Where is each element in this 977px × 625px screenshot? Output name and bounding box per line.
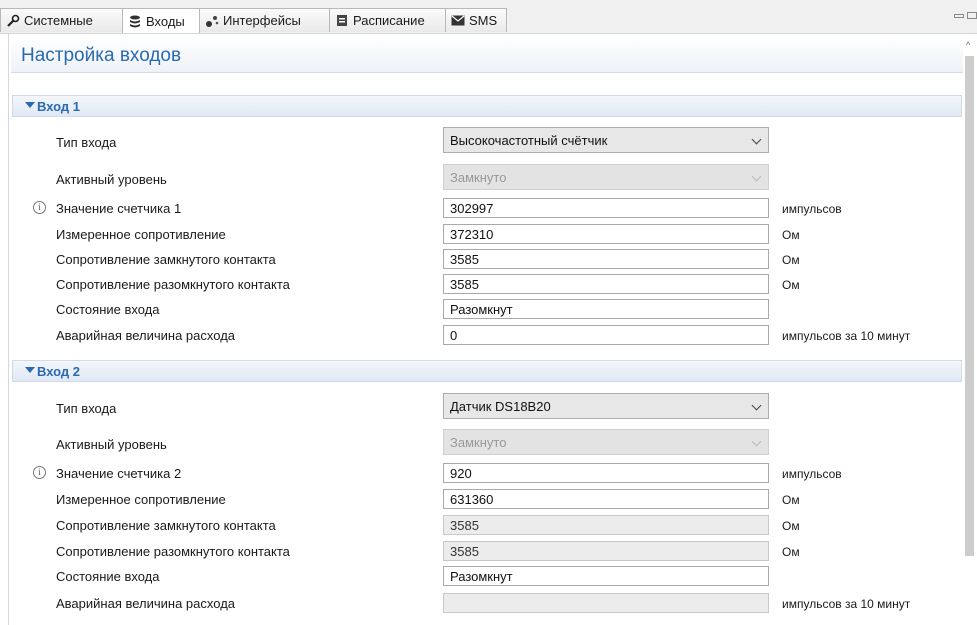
- collapse-triangle-icon: [25, 367, 35, 373]
- tab-sms[interactable]: SMS: [445, 8, 507, 32]
- minimize-button[interactable]: [954, 14, 964, 18]
- field-value: 3585: [450, 544, 479, 559]
- unit-label: Ом: [782, 519, 800, 533]
- scroll-up-arrow-icon[interactable]: ^: [966, 40, 970, 50]
- counter-value-field-2[interactable]: 920: [443, 463, 769, 483]
- window-controls: [954, 12, 977, 19]
- open-resistance-field-1[interactable]: 3585: [443, 274, 769, 294]
- alarm-flow-field-1[interactable]: 0: [443, 325, 769, 345]
- field-value: Разомкнут: [450, 569, 513, 584]
- calendar-icon: [334, 13, 350, 29]
- measured-resistance-field-2[interactable]: 631360: [443, 489, 769, 509]
- counter-value-field-1[interactable]: 302997: [443, 198, 769, 218]
- unit-label: Ом: [782, 228, 800, 242]
- tab-label: Расписание: [353, 13, 425, 28]
- unit-label: импульсов: [782, 202, 842, 216]
- field-value: 920: [450, 466, 472, 481]
- alarm-flow-field-2: [443, 593, 769, 613]
- tab-label: Входы: [146, 13, 185, 29]
- collapse-triangle-icon: [25, 102, 35, 108]
- maximize-button[interactable]: [967, 12, 977, 19]
- select-value: Высокочастотный счётчик: [450, 133, 608, 148]
- tab-label: SMS: [469, 13, 498, 28]
- measured-resistance-label: Измеренное сопротивление: [56, 492, 226, 507]
- closed-resistance-field-2: 3585: [443, 515, 769, 535]
- closed-resistance-field-1[interactable]: 3585: [443, 249, 769, 269]
- tab-inputs[interactable]: Входы: [122, 8, 200, 33]
- inputs-settings-panel: Настройка входов Вход 1 Тип входа Высоко…: [8, 34, 963, 625]
- page-title-bar: Настройка входов: [11, 36, 963, 73]
- input-state-label: Состояние входа: [56, 302, 160, 317]
- input-type-label: Тип входа: [56, 401, 117, 416]
- input-state-label: Состояние входа: [56, 569, 160, 584]
- field-value: 631360: [450, 492, 494, 507]
- info-icon[interactable]: i: [33, 466, 46, 479]
- section-title: Вход 2: [37, 364, 80, 379]
- active-level-select-1: Замкнуто: [443, 164, 769, 190]
- field-value: 3585: [450, 277, 479, 292]
- active-level-label: Активный уровень: [56, 172, 167, 187]
- field-value: 0: [450, 328, 458, 343]
- unit-label: импульсов за 10 минут: [782, 329, 911, 343]
- wrench-icon: [5, 13, 21, 29]
- chevron-down-icon: [751, 436, 762, 447]
- tab-interfaces[interactable]: Интерфейсы: [199, 8, 330, 32]
- unit-label: Ом: [782, 493, 800, 507]
- field-value: 3585: [450, 252, 479, 267]
- envelope-icon: [450, 13, 466, 29]
- counter-label-1: Значение счетчика 1: [56, 201, 182, 216]
- measured-resistance-label: Измеренное сопротивление: [56, 227, 226, 242]
- counter-label-2: Значение счетчика 2: [56, 466, 182, 481]
- closed-resistance-label: Сопротивление замкнутого контакта: [56, 252, 276, 267]
- alarm-flow-label: Аварийная величина расхода: [56, 596, 236, 611]
- chevron-down-icon: [751, 171, 762, 182]
- tab-list: Системные Входы Интерфейсы Расписание SM…: [0, 8, 507, 33]
- open-resistance-label: Сопротивление разомкнутого контакта: [56, 277, 290, 292]
- tab-schedule[interactable]: Расписание: [329, 8, 446, 32]
- select-value: Замкнуто: [450, 435, 507, 450]
- chevron-down-icon: [751, 134, 762, 145]
- unit-label: Ом: [782, 278, 800, 292]
- input-type-label: Тип входа: [56, 135, 117, 150]
- field-value: 372310: [450, 227, 494, 242]
- network-icon: [204, 13, 220, 29]
- tab-label: Системные: [24, 13, 93, 28]
- open-resistance-field-2: 3585: [443, 541, 769, 561]
- section-header-input-2[interactable]: Вход 2: [12, 360, 962, 382]
- field-value: Разомкнут: [450, 302, 513, 317]
- database-icon: [127, 13, 143, 29]
- tab-bar: Системные Входы Интерфейсы Расписание SM…: [0, 0, 977, 34]
- unit-label: импульсов за 10 минут: [782, 597, 911, 611]
- input-state-field-1[interactable]: Разомкнут: [443, 299, 769, 319]
- closed-resistance-label: Сопротивление замкнутого контакта: [56, 518, 276, 533]
- active-level-select-2: Замкнуто: [443, 429, 769, 455]
- section-header-input-1[interactable]: Вход 1: [12, 95, 962, 117]
- tab-system[interactable]: Системные: [0, 8, 123, 32]
- open-resistance-label: Сопротивление разомкнутого контакта: [56, 544, 290, 559]
- section-title: Вход 1: [37, 99, 80, 114]
- alarm-flow-label: Аварийная величина расхода: [56, 328, 236, 343]
- unit-label: Ом: [782, 545, 800, 559]
- chevron-down-icon: [751, 400, 762, 411]
- unit-label: импульсов: [782, 467, 842, 481]
- info-icon[interactable]: i: [33, 201, 46, 214]
- field-value: 302997: [450, 201, 494, 216]
- input-type-select-2[interactable]: Датчик DS18B20: [443, 393, 769, 419]
- tab-label: Интерфейсы: [223, 13, 301, 28]
- unit-label: Ом: [782, 253, 800, 267]
- measured-resistance-field-1[interactable]: 372310: [443, 224, 769, 244]
- vertical-scrollbar[interactable]: ^: [963, 34, 977, 625]
- select-value: Датчик DS18B20: [450, 399, 551, 414]
- scrollbar-thumb[interactable]: [965, 56, 974, 556]
- input-type-select-1[interactable]: Высокочастотный счётчик: [443, 127, 769, 153]
- select-value: Замкнуто: [450, 170, 507, 185]
- field-value: 3585: [450, 518, 479, 533]
- input-state-field-2[interactable]: Разомкнут: [443, 566, 769, 586]
- active-level-label: Активный уровень: [56, 437, 167, 452]
- page-title: Настройка входов: [21, 45, 182, 66]
